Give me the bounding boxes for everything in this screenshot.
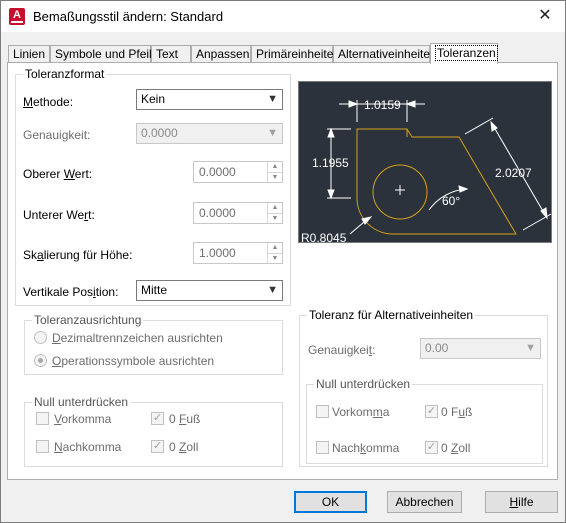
nachkomma-label: Nachkomma [54,440,122,454]
tab-toleranzen[interactable]: Toleranzen [430,43,498,64]
tab-alternativeinheiten[interactable]: Alternativeinheiten [333,45,437,63]
operationssymbole-radio[interactable] [34,354,47,367]
spin-down-icon[interactable]: ▼ [268,172,282,182]
chevron-down-icon: ▼ [267,93,278,105]
dimension-preview-drawing: 1.0159 1.1955 2.0207 60° R0.8045 [301,98,552,244]
close-icon[interactable]: ✕ [533,5,557,27]
alt-nachkomma-label: Nachkomma [332,441,400,455]
genauigkeit-label: Genauigkeit: [23,128,91,142]
alt-zoll-label: 0 Zoll [441,441,471,455]
radius-text: R0.8045 [301,231,347,244]
preview-image: 1.0159 1.1955 2.0207 60° R0.8045 [298,81,552,244]
unterer-wert-label: Unterer Wert: [23,208,95,222]
cancel-button[interactable]: Abbrechen [387,491,462,513]
tab-anpassen[interactable]: Anpassen [191,45,251,63]
spin-up-icon[interactable]: ▲ [268,243,282,253]
alt-fuss-label: 0 Fuß [441,405,473,419]
chevron-down-icon: ▼ [267,284,278,296]
nachkomma-checkbox[interactable] [36,440,49,453]
operationssymbole-label: Operationssymbole ausrichten [52,354,215,368]
ok-button[interactable]: OK [294,491,367,513]
tab-toleranzen-label: Toleranzen [435,45,498,61]
chevron-down-icon: ▼ [267,127,278,139]
vertikale-position-combobox[interactable]: Mitte ▼ [136,280,283,301]
group-alt-null-unterdruecken-label: Null unterdrücken [314,377,413,391]
help-button[interactable]: Hilfe [485,491,558,513]
dezimaltrennzeichen-label: Dezimaltrennzeichen ausrichten [52,331,223,345]
methode-combobox[interactable]: Kein ▼ [136,89,283,110]
tab-primaereinheiten[interactable]: Primäreinheiten [251,45,340,63]
zoll-label: 0 Zoll [169,440,199,454]
genauigkeit-combobox[interactable]: 0.0000 ▼ [136,123,283,144]
spin-down-icon[interactable]: ▼ [268,253,282,263]
dim-left-text: 1.1955 [312,156,349,170]
vorkomma-checkbox[interactable] [36,412,49,425]
dim-right-text: 2.0207 [495,166,532,180]
alt-vorkomma-checkbox[interactable] [316,405,329,418]
group-toleranzausrichtung-label: Toleranzausrichtung [32,313,144,327]
tab-symbole-und-pfeile[interactable]: Symbole und Pfeile [50,45,158,63]
vorkomma-label: Vorkomma [54,412,112,426]
oberer-wert-label: Oberer Wert: [23,167,93,181]
skalierung-spinner[interactable]: 1.0000 ▲ ▼ [193,242,283,264]
dialog-window: A Bemaßungsstil ändern: Standard ✕ Linie… [0,0,566,523]
alt-zoll-checkbox[interactable]: ✓ [425,441,438,454]
fuss-checkbox[interactable]: ✓ [151,412,164,425]
spin-up-icon[interactable]: ▲ [268,203,282,213]
autocad-app-icon: A [9,8,25,25]
alt-genauigkeit-label: Genauigkeit: [308,343,376,357]
angle-text: 60° [442,194,460,208]
alt-vorkomma-label: Vorkomma [332,405,390,419]
skalierung-label: Skalierung für Höhe: [23,248,133,262]
group-null-unterdruecken-label: Null unterdrücken [32,395,131,409]
group-toleranzformat-label: Toleranzformat [23,67,107,81]
preview-part-outline [356,128,517,235]
zoll-checkbox[interactable]: ✓ [151,440,164,453]
chevron-down-icon: ▼ [525,342,536,354]
group-alternativeinheiten-label: Toleranz für Alternativeinheiten [307,308,476,322]
vertikale-position-label: Vertikale Position: [23,285,119,299]
oberer-wert-spinner[interactable]: 0.0000 ▲ ▼ [193,161,283,183]
spin-up-icon[interactable]: ▲ [268,162,282,172]
fuss-label: 0 Fuß [169,412,201,426]
tab-text[interactable]: Text [151,45,191,63]
methode-label: Methode: [23,95,74,109]
spin-down-icon[interactable]: ▼ [268,213,282,223]
alt-genauigkeit-combobox[interactable]: 0.00 ▼ [420,338,541,359]
alt-fuss-checkbox[interactable]: ✓ [425,405,438,418]
dim-top-text: 1.0159 [364,98,401,112]
unterer-wert-spinner[interactable]: 0.0000 ▲ ▼ [193,202,283,224]
title-bar: A Bemaßungsstil ändern: Standard ✕ [1,1,565,32]
window-title: Bemaßungsstil ändern: Standard [33,9,224,24]
dezimaltrennzeichen-radio[interactable] [34,331,47,344]
alt-nachkomma-checkbox[interactable] [316,441,329,454]
tab-linien[interactable]: Linien [8,45,50,63]
